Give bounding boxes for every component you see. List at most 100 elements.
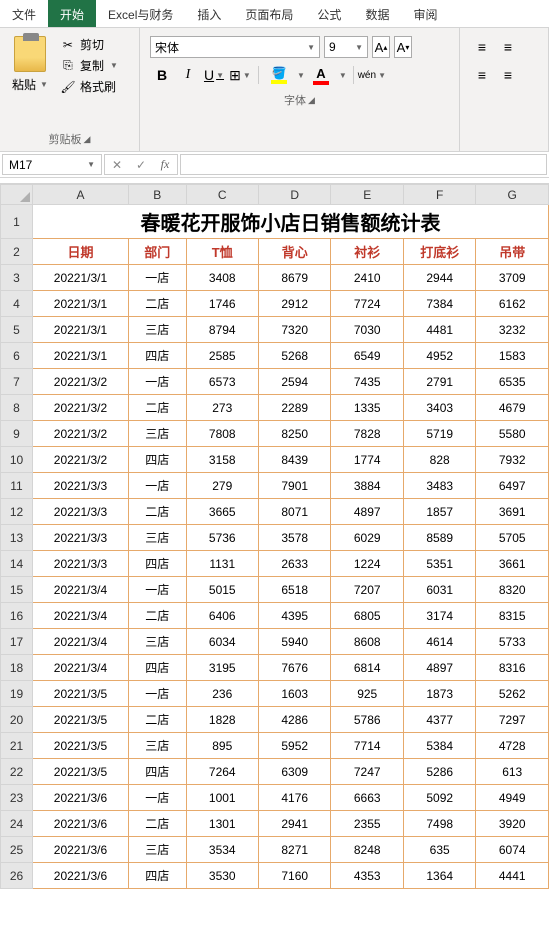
table-cell[interactable]: 20221/3/1 — [32, 317, 128, 343]
table-cell[interactable]: 8679 — [258, 265, 330, 291]
dialog-launcher-icon[interactable]: ◢ — [84, 134, 91, 145]
table-cell[interactable]: 20221/3/6 — [32, 811, 128, 837]
table-cell[interactable]: 6031 — [403, 577, 475, 603]
table-cell[interactable]: 6805 — [331, 603, 403, 629]
table-cell[interactable]: 7932 — [476, 447, 549, 473]
table-cell[interactable]: 20221/3/1 — [32, 291, 128, 317]
table-cell[interactable]: 279 — [186, 473, 258, 499]
table-cell[interactable]: 20221/3/1 — [32, 343, 128, 369]
table-cell[interactable]: 1301 — [186, 811, 258, 837]
row-header-12[interactable]: 12 — [1, 499, 33, 525]
table-header[interactable]: 衬衫 — [331, 239, 403, 265]
table-cell[interactable]: 5092 — [403, 785, 475, 811]
row-header-4[interactable]: 4 — [1, 291, 33, 317]
table-cell[interactable]: 7435 — [331, 369, 403, 395]
table-cell[interactable]: 2355 — [331, 811, 403, 837]
table-cell[interactable]: 236 — [186, 681, 258, 707]
table-cell[interactable]: 3534 — [186, 837, 258, 863]
table-cell[interactable]: 2912 — [258, 291, 330, 317]
table-cell[interactable]: 2633 — [258, 551, 330, 577]
table-cell[interactable]: 273 — [186, 395, 258, 421]
table-cell[interactable]: 二店 — [128, 291, 186, 317]
table-cell[interactable]: 20221/3/5 — [32, 733, 128, 759]
table-cell[interactable]: 5384 — [403, 733, 475, 759]
table-cell[interactable]: 四店 — [128, 447, 186, 473]
table-cell[interactable]: 5286 — [403, 759, 475, 785]
table-cell[interactable]: 3232 — [476, 317, 549, 343]
table-cell[interactable]: 3691 — [476, 499, 549, 525]
paste-button[interactable]: 粘贴▼ — [6, 32, 54, 97]
row-header-17[interactable]: 17 — [1, 629, 33, 655]
table-cell[interactable]: 3578 — [258, 525, 330, 551]
table-cell[interactable]: 一店 — [128, 681, 186, 707]
table-cell[interactable]: 1603 — [258, 681, 330, 707]
fill-color-button[interactable]: 🪣 — [265, 64, 293, 86]
table-cell[interactable]: 20221/3/4 — [32, 603, 128, 629]
select-all-corner[interactable] — [1, 185, 33, 205]
table-cell[interactable]: 20221/3/6 — [32, 785, 128, 811]
table-cell[interactable]: 1774 — [331, 447, 403, 473]
table-cell[interactable]: 7901 — [258, 473, 330, 499]
table-cell[interactable]: 四店 — [128, 863, 186, 889]
row-header-25[interactable]: 25 — [1, 837, 33, 863]
tab-插入[interactable]: 插入 — [185, 0, 233, 27]
table-cell[interactable]: 4728 — [476, 733, 549, 759]
table-cell[interactable]: 5268 — [258, 343, 330, 369]
tab-数据[interactable]: 数据 — [353, 0, 401, 27]
table-cell[interactable]: 3403 — [403, 395, 475, 421]
table-cell[interactable]: 8271 — [258, 837, 330, 863]
table-cell[interactable]: 20221/3/5 — [32, 681, 128, 707]
table-cell[interactable]: 四店 — [128, 759, 186, 785]
table-cell[interactable]: 7207 — [331, 577, 403, 603]
table-cell[interactable]: 三店 — [128, 733, 186, 759]
table-cell[interactable]: 4897 — [331, 499, 403, 525]
table-cell[interactable]: 6573 — [186, 369, 258, 395]
table-cell[interactable]: 一店 — [128, 785, 186, 811]
table-cell[interactable]: 5015 — [186, 577, 258, 603]
table-cell[interactable]: 828 — [403, 447, 475, 473]
table-cell[interactable]: 4353 — [331, 863, 403, 889]
table-cell[interactable]: 2289 — [258, 395, 330, 421]
tab-审阅[interactable]: 审阅 — [401, 0, 449, 27]
row-header-11[interactable]: 11 — [1, 473, 33, 499]
table-cell[interactable]: 6549 — [331, 343, 403, 369]
table-cell[interactable]: 6518 — [258, 577, 330, 603]
row-header-18[interactable]: 18 — [1, 655, 33, 681]
table-cell[interactable]: 20221/3/6 — [32, 837, 128, 863]
table-header[interactable]: 背心 — [258, 239, 330, 265]
table-cell[interactable]: 8320 — [476, 577, 549, 603]
tab-页面布局[interactable]: 页面布局 — [233, 0, 305, 27]
table-cell[interactable]: 2791 — [403, 369, 475, 395]
row-header-6[interactable]: 6 — [1, 343, 33, 369]
table-header[interactable]: 吊带 — [476, 239, 549, 265]
table-cell[interactable]: 20221/3/3 — [32, 499, 128, 525]
table-cell[interactable]: 1335 — [331, 395, 403, 421]
table-cell[interactable]: 5580 — [476, 421, 549, 447]
table-header[interactable]: T恤 — [186, 239, 258, 265]
table-cell[interactable]: 二店 — [128, 395, 186, 421]
table-cell[interactable]: 1828 — [186, 707, 258, 733]
fx-button[interactable]: fx — [153, 155, 177, 174]
table-cell[interactable]: 三店 — [128, 525, 186, 551]
enter-formula-button[interactable]: ✓ — [129, 155, 153, 174]
font-size-select[interactable]: 9▼ — [324, 36, 368, 58]
row-header-24[interactable]: 24 — [1, 811, 33, 837]
align-middle-button[interactable]: ≡ — [496, 36, 520, 58]
table-cell[interactable]: 6814 — [331, 655, 403, 681]
table-cell[interactable]: 20221/3/4 — [32, 655, 128, 681]
table-cell[interactable]: 3884 — [331, 473, 403, 499]
dialog-launcher-icon[interactable]: ◢ — [308, 95, 315, 106]
row-header-8[interactable]: 8 — [1, 395, 33, 421]
table-cell[interactable]: 6663 — [331, 785, 403, 811]
col-header-A[interactable]: A — [32, 185, 128, 205]
table-cell[interactable]: 一店 — [128, 265, 186, 291]
table-cell[interactable]: 20221/3/6 — [32, 863, 128, 889]
table-cell[interactable]: 二店 — [128, 811, 186, 837]
table-cell[interactable]: 一店 — [128, 577, 186, 603]
font-name-select[interactable]: 宋体▼ — [150, 36, 320, 58]
table-cell[interactable]: 1873 — [403, 681, 475, 707]
col-header-C[interactable]: C — [186, 185, 258, 205]
row-header-13[interactable]: 13 — [1, 525, 33, 551]
row-header-23[interactable]: 23 — [1, 785, 33, 811]
table-cell[interactable]: 四店 — [128, 655, 186, 681]
